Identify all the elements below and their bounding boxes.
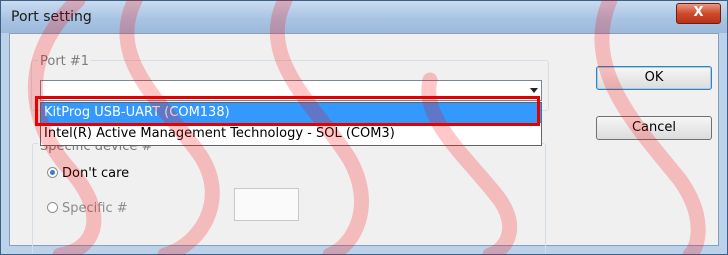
chevron-down-icon[interactable] [530, 88, 538, 93]
radio-unchecked-icon[interactable] [47, 202, 58, 213]
window-title: Port setting [11, 9, 92, 25]
dialog-body: Port #1 Specific device # Don't care Spe… [9, 33, 719, 254]
radio-dont-care[interactable]: Don't care [47, 166, 129, 181]
dropdown-option-intel-amt[interactable]: Intel(R) Active Management Technology - … [41, 124, 541, 144]
highlight-annotation-box [35, 96, 540, 126]
specific-number-input[interactable] [234, 188, 299, 221]
close-button[interactable]: X [676, 3, 721, 24]
radio-dont-care-label: Don't care [62, 166, 130, 181]
radio-specific-label: Specific # [62, 201, 128, 216]
cancel-button[interactable]: Cancel [596, 116, 712, 140]
ok-button[interactable]: OK [596, 66, 712, 90]
close-icon: X [693, 5, 704, 20]
title-bar: Port setting X [1, 1, 727, 33]
port-group-label: Port #1 [38, 54, 92, 69]
port-setting-dialog: Port setting X Port #1 Specific device #… [0, 0, 728, 255]
radio-specific[interactable]: Specific # [47, 201, 128, 216]
radio-checked-icon[interactable] [47, 167, 58, 178]
